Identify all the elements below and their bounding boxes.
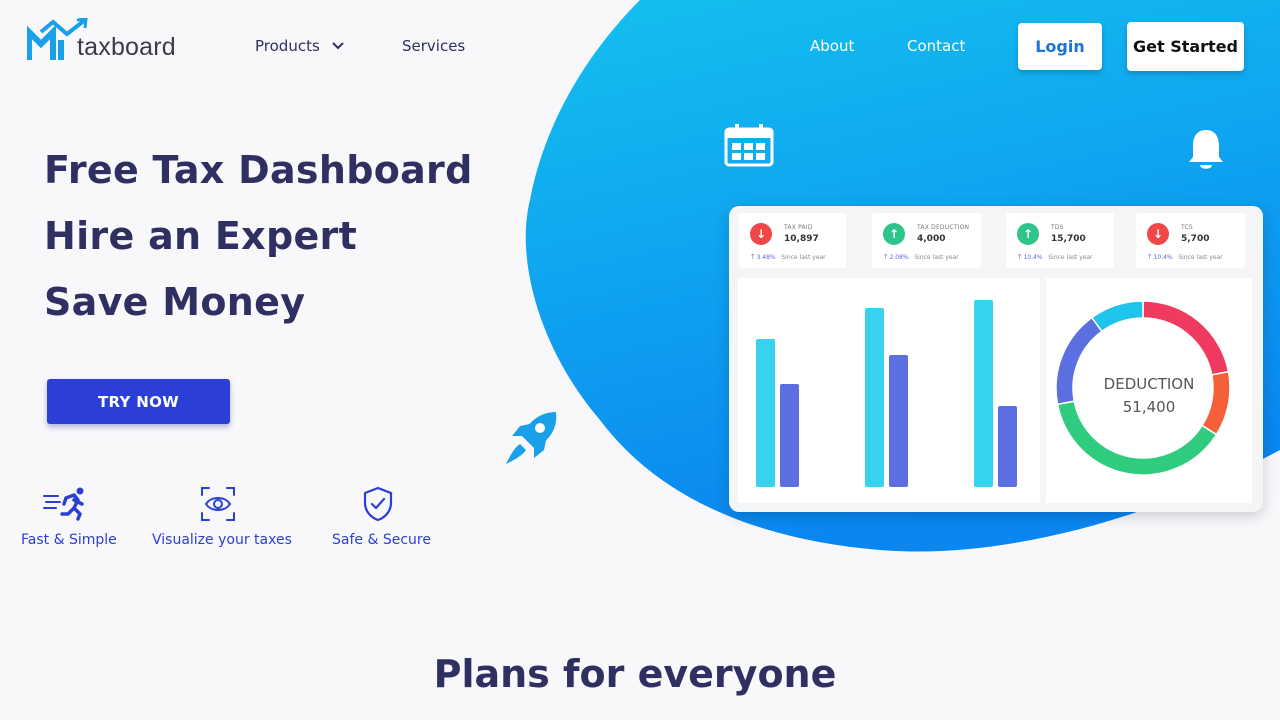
stat-card-tds: ↑ TDS 15,700 🡑 10.4% Since last year xyxy=(1006,213,1114,268)
taxboard-logo[interactable]: taxboard xyxy=(27,18,176,62)
stat-percent: 3.48% xyxy=(756,254,776,261)
stat-label: TCS xyxy=(1181,224,1193,231)
stat-since: Since last year xyxy=(914,254,959,261)
stat-since: Since last year xyxy=(1048,254,1093,261)
stat-value: 4,000 xyxy=(917,234,946,244)
stat-value: 5,700 xyxy=(1181,234,1210,244)
arrow-down-icon: ↓ xyxy=(750,223,772,245)
bar xyxy=(889,355,908,487)
try-now-button[interactable]: TRY NOW xyxy=(47,379,230,424)
stat-card-tcs: ↓ TCS 5,700 🡑 10.4% Since last year xyxy=(1136,213,1245,268)
feature-label: Visualize your taxes xyxy=(152,532,292,548)
donut-value: 51,400 xyxy=(1122,398,1176,416)
bar xyxy=(756,339,775,487)
hero-headline-3: Save Money xyxy=(44,280,306,324)
running-person-icon xyxy=(43,487,84,521)
feature-safe-secure: Safe & Secure xyxy=(332,486,431,548)
nav-about[interactable]: About xyxy=(810,37,854,55)
feature-label: Fast & Simple xyxy=(21,532,117,548)
stat-footer: 🡑 10.4% Since last year xyxy=(1018,253,1093,264)
donut-chart-panel: DEDUCTION 51,400 xyxy=(1046,278,1252,503)
stat-label: TAX PAID xyxy=(784,224,813,231)
trend-up-icon: 🡑 xyxy=(1018,253,1022,261)
stat-percent: 2.08% xyxy=(889,254,909,261)
stat-footer: 🡑 2.08% Since last year xyxy=(884,253,959,264)
stat-card-tax-paid: ↓ TAX PAID 10,897 🡑 3.48% Since last yea… xyxy=(739,213,846,268)
stat-footer: 🡑 10.4% Since last year xyxy=(1148,253,1223,264)
bar xyxy=(998,406,1017,487)
stat-footer: 🡑 3.48% Since last year xyxy=(751,253,826,264)
nav-services[interactable]: Services xyxy=(402,37,465,55)
stat-percent: 10.4% xyxy=(1023,254,1043,261)
logo-text: taxboard xyxy=(77,33,176,61)
arrow-up-icon: ↑ xyxy=(1017,223,1039,245)
nav-products-label: Products xyxy=(255,37,320,55)
bar xyxy=(865,308,884,487)
get-started-button[interactable]: Get Started xyxy=(1127,22,1244,71)
eye-scan-icon xyxy=(201,487,235,521)
dashboard-preview: ↓ TAX PAID 10,897 🡑 3.48% Since last yea… xyxy=(729,206,1263,512)
donut-segment xyxy=(1090,300,1144,333)
stat-label: TAX DEDUCTION xyxy=(917,224,970,231)
arrow-up-icon: ↑ xyxy=(883,223,905,245)
stat-label: TDS xyxy=(1051,224,1064,231)
bar xyxy=(974,300,993,487)
chevron-down-icon xyxy=(332,42,344,50)
stat-card-tax-deduction: ↑ TAX DEDUCTION 4,000 🡑 2.08% Since last… xyxy=(872,213,981,268)
donut-segment xyxy=(1142,300,1230,376)
trend-up-icon: 🡑 xyxy=(1148,253,1152,261)
stat-value: 10,897 xyxy=(784,234,819,244)
hero-headline-1: Free Tax Dashboard xyxy=(44,148,473,192)
stat-since: Since last year xyxy=(781,254,826,261)
shield-check-icon xyxy=(363,486,393,522)
bar-chart-panel xyxy=(738,278,1040,503)
trend-up-icon: 🡑 xyxy=(884,253,888,261)
nav-products[interactable]: Products xyxy=(255,37,344,55)
stat-percent: 10.4% xyxy=(1153,254,1173,261)
login-button[interactable]: Login xyxy=(1018,23,1102,70)
hero-headline-2: Hire an Expert xyxy=(44,214,358,258)
donut-title: DEDUCTION xyxy=(1103,375,1195,393)
feature-label: Safe & Secure xyxy=(332,532,431,548)
bell-icon xyxy=(1189,130,1223,169)
nav-contact[interactable]: Contact xyxy=(907,37,965,55)
feature-visualize: Visualize your taxes xyxy=(152,486,292,548)
stat-value: 15,700 xyxy=(1051,234,1086,244)
rocket-icon xyxy=(506,412,557,464)
calendar-icon xyxy=(724,124,774,167)
bar-chart xyxy=(756,300,1017,487)
bar xyxy=(780,384,799,487)
feature-fast-simple: Fast & Simple xyxy=(21,486,117,548)
stat-since: Since last year xyxy=(1178,254,1223,261)
arrow-down-icon: ↓ xyxy=(1147,223,1169,245)
trend-up-icon: 🡑 xyxy=(751,253,755,261)
plans-heading: Plans for everyone xyxy=(433,652,837,696)
